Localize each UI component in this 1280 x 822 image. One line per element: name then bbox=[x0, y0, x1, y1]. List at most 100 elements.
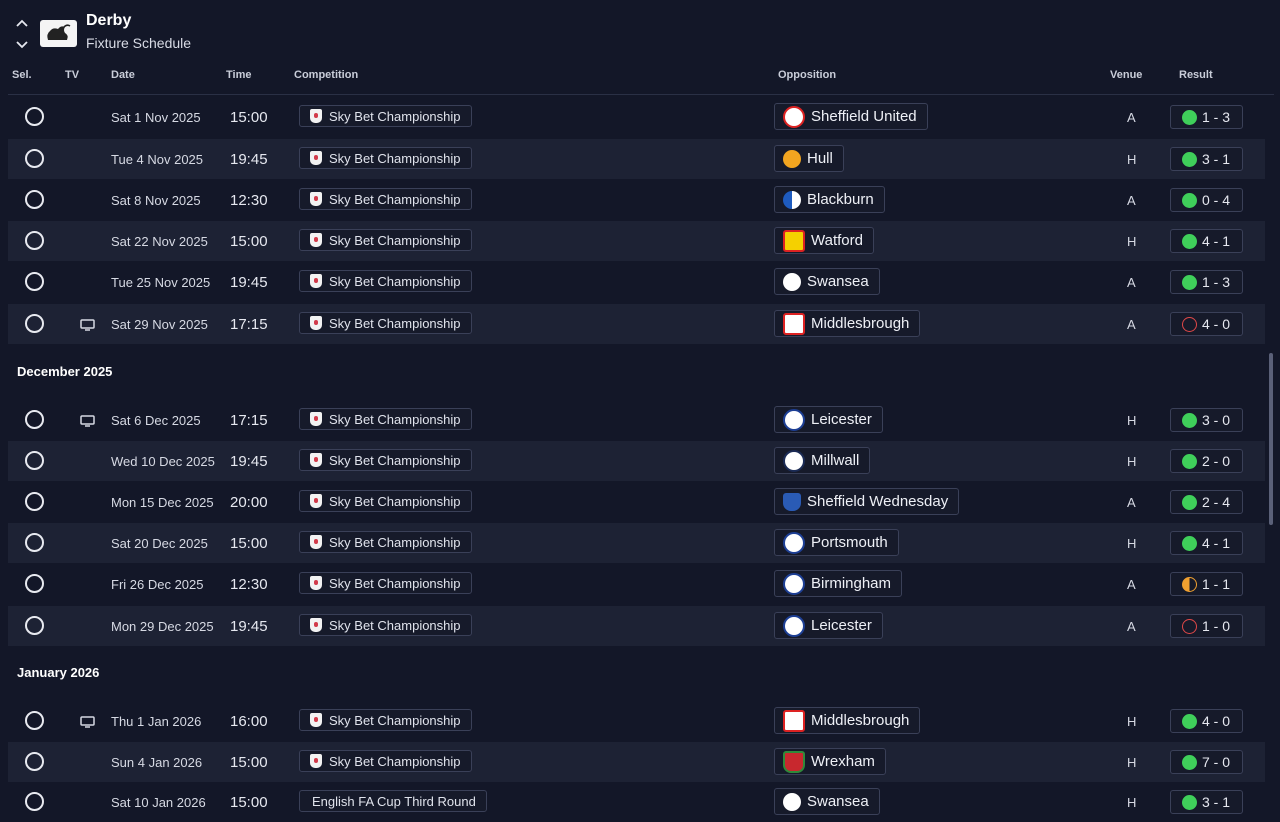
chevron-down-icon[interactable] bbox=[14, 39, 30, 51]
select-radio[interactable] bbox=[25, 574, 44, 593]
competition-button[interactable]: Sky Bet Championship bbox=[299, 572, 472, 594]
result-button[interactable]: 4 - 0 bbox=[1170, 709, 1243, 733]
fixture-row[interactable]: Sat 10 Jan 2026 15:00 English FA Cup Third… bbox=[8, 782, 1265, 822]
result-button[interactable]: 4 - 1 bbox=[1170, 531, 1243, 555]
opposition-button[interactable]: Hull bbox=[774, 145, 844, 172]
column-header-opposition[interactable]: Opposition bbox=[778, 69, 836, 81]
select-radio[interactable] bbox=[25, 410, 44, 429]
opposition-button[interactable]: Swansea bbox=[774, 268, 880, 295]
opposition-button[interactable]: Leicester bbox=[774, 612, 883, 639]
fixture-row[interactable]: Sat 29 Nov 2025 17:15 Sky Bet Championship… bbox=[8, 304, 1265, 344]
result-button[interactable]: 1 - 3 bbox=[1170, 270, 1243, 294]
column-header-sel[interactable]: Sel. bbox=[12, 69, 32, 81]
fixture-row[interactable]: Sun 4 Jan 2026 15:00 Sky Bet Championship W… bbox=[8, 742, 1265, 782]
tv-icon bbox=[80, 414, 95, 432]
select-radio[interactable] bbox=[25, 711, 44, 730]
select-radio[interactable] bbox=[25, 149, 44, 168]
opposition-button[interactable]: Sheffield United bbox=[774, 103, 928, 130]
select-radio[interactable] bbox=[25, 792, 44, 811]
fixture-row[interactable]: Tue 25 Nov 2025 19:45 Sky Bet Championship… bbox=[8, 262, 1265, 302]
opposition-button[interactable]: Watford bbox=[774, 227, 874, 254]
opposition-button[interactable]: Middlesbrough bbox=[774, 310, 921, 337]
result-button[interactable]: 4 - 1 bbox=[1170, 229, 1243, 253]
club-badge-icon bbox=[783, 312, 805, 335]
competition-button[interactable]: Sky Bet Championship bbox=[299, 147, 472, 169]
competition-button[interactable]: Sky Bet Championship bbox=[299, 614, 472, 636]
select-radio[interactable] bbox=[25, 231, 44, 250]
opposition-button[interactable]: Blackburn bbox=[774, 186, 885, 213]
select-radio[interactable] bbox=[25, 533, 44, 552]
result-button[interactable]: 0 - 4 bbox=[1170, 188, 1243, 212]
result-button[interactable]: 1 - 1 bbox=[1170, 572, 1243, 596]
competition-button[interactable]: Sky Bet Championship bbox=[299, 270, 472, 292]
result-loss-icon bbox=[1182, 316, 1197, 332]
select-radio[interactable] bbox=[25, 492, 44, 511]
result-button[interactable]: 3 - 0 bbox=[1170, 408, 1243, 432]
club-badge-icon bbox=[783, 449, 805, 472]
column-header-competition[interactable]: Competition bbox=[294, 69, 358, 81]
competition-button[interactable]: Sky Bet Championship bbox=[299, 188, 472, 210]
column-header-tv[interactable]: TV bbox=[65, 69, 79, 81]
column-header-date[interactable]: Date bbox=[111, 69, 135, 81]
month-heading: January 2026 bbox=[17, 665, 100, 680]
opposition-button[interactable]: Sheffield Wednesday bbox=[774, 488, 960, 515]
fixture-row[interactable]: Sat 1 Nov 2025 15:00 Sky Bet Championship S… bbox=[8, 97, 1265, 137]
result-button[interactable]: 1 - 3 bbox=[1170, 105, 1243, 129]
select-radio[interactable] bbox=[25, 451, 44, 470]
fixture-row[interactable]: Sat 20 Dec 2025 15:00 Sky Bet Championship… bbox=[8, 523, 1265, 563]
competition-button[interactable]: Sky Bet Championship bbox=[299, 709, 472, 731]
fixture-row[interactable]: Fri 26 Dec 2025 12:30 Sky Bet Championship… bbox=[8, 564, 1265, 604]
select-radio[interactable] bbox=[25, 314, 44, 333]
result-button[interactable]: 3 - 1 bbox=[1170, 147, 1243, 171]
opposition-button[interactable]: Portsmouth bbox=[774, 529, 899, 556]
result-win-icon bbox=[1182, 794, 1197, 810]
competition-button[interactable]: Sky Bet Championship bbox=[299, 449, 472, 471]
club-badge-icon bbox=[783, 750, 805, 773]
scrollbar[interactable] bbox=[1269, 353, 1273, 525]
competition-button[interactable]: Sky Bet Championship bbox=[299, 105, 472, 127]
opposition-label: Birmingham bbox=[811, 575, 892, 592]
competition-button[interactable]: Sky Bet Championship bbox=[299, 531, 472, 553]
competition-label: Sky Bet Championship bbox=[329, 452, 461, 468]
result-button[interactable]: 7 - 0 bbox=[1170, 750, 1243, 774]
result-score: 1 - 0 bbox=[1202, 618, 1231, 634]
fixture-row[interactable]: Sat 8 Nov 2025 12:30 Sky Bet Championship B… bbox=[8, 180, 1265, 220]
opposition-button[interactable]: Millwall bbox=[774, 447, 871, 474]
fixture-row[interactable]: Wed 10 Dec 2025 19:45 Sky Bet Championship… bbox=[8, 441, 1265, 481]
fixture-row[interactable]: Tue 4 Nov 2025 19:45 Sky Bet Championship H… bbox=[8, 139, 1265, 179]
competition-button[interactable]: Sky Bet Championship bbox=[299, 229, 472, 251]
opposition-button[interactable]: Middlesbrough bbox=[774, 707, 921, 734]
opposition-button[interactable]: Birmingham bbox=[774, 570, 903, 597]
result-button[interactable]: 4 - 0 bbox=[1170, 312, 1243, 336]
fixture-row[interactable]: Thu 1 Jan 2026 16:00 Sky Bet Championship M… bbox=[8, 701, 1265, 741]
column-header-time[interactable]: Time bbox=[226, 69, 251, 81]
competition-button[interactable]: Sky Bet Championship bbox=[299, 408, 472, 430]
competition-button[interactable]: Sky Bet Championship bbox=[299, 490, 472, 512]
select-radio[interactable] bbox=[25, 272, 44, 291]
result-button[interactable]: 2 - 4 bbox=[1170, 490, 1243, 514]
fixture-row[interactable]: Mon 15 Dec 2025 20:00 Sky Bet Championship… bbox=[8, 482, 1265, 522]
fixture-row[interactable]: Sat 6 Dec 2025 17:15 Sky Bet Championship L… bbox=[8, 400, 1265, 440]
team-name: Derby bbox=[86, 12, 132, 29]
fixture-row[interactable]: Mon 29 Dec 2025 19:45 Sky Bet Championship… bbox=[8, 606, 1265, 646]
fixture-row[interactable]: Sat 22 Nov 2025 15:00 Sky Bet Championship… bbox=[8, 221, 1265, 261]
result-button[interactable]: 1 - 0 bbox=[1170, 614, 1243, 638]
result-button[interactable]: 2 - 0 bbox=[1170, 449, 1243, 473]
result-loss-icon bbox=[1182, 618, 1197, 634]
competition-button[interactable]: English FA Cup Third Round bbox=[299, 790, 487, 812]
opposition-button[interactable]: Swansea bbox=[774, 788, 880, 815]
column-header-result[interactable]: Result bbox=[1179, 69, 1213, 81]
select-radio[interactable] bbox=[25, 752, 44, 771]
opposition-button[interactable]: Wrexham bbox=[774, 748, 886, 775]
chevron-up-icon[interactable] bbox=[14, 17, 30, 29]
competition-button[interactable]: Sky Bet Championship bbox=[299, 750, 472, 772]
select-radio[interactable] bbox=[25, 107, 44, 126]
opposition-button[interactable]: Leicester bbox=[774, 406, 883, 433]
select-radio[interactable] bbox=[25, 190, 44, 209]
opposition-label: Hull bbox=[807, 150, 833, 167]
column-header-venue[interactable]: Venue bbox=[1110, 69, 1142, 81]
result-button[interactable]: 3 - 1 bbox=[1170, 790, 1243, 814]
result-score: 3 - 1 bbox=[1202, 151, 1231, 167]
competition-button[interactable]: Sky Bet Championship bbox=[299, 312, 472, 334]
select-radio[interactable] bbox=[25, 616, 44, 635]
